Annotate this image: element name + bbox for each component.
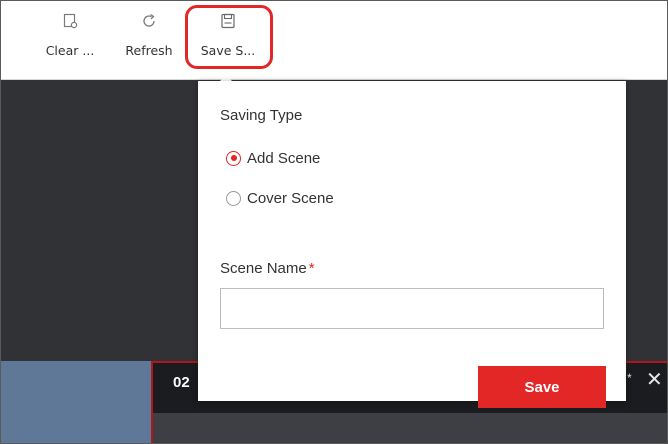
refresh-label: Refresh bbox=[125, 43, 173, 58]
video-window-id: 02 bbox=[173, 374, 190, 391]
scene-name-label: Scene Name * bbox=[220, 260, 315, 277]
video-window-star: * bbox=[627, 371, 632, 385]
radio-cover-scene[interactable]: Cover Scene bbox=[226, 188, 334, 208]
scene-name-text: Scene Name bbox=[220, 260, 307, 277]
highlight-outline bbox=[185, 5, 273, 69]
required-mark: * bbox=[308, 260, 315, 277]
clear-label: Clear ... bbox=[45, 43, 95, 58]
refresh-icon bbox=[143, 13, 155, 27]
radio-cover-scene-indicator[interactable] bbox=[226, 190, 241, 206]
scene-name-input[interactable] bbox=[220, 288, 604, 329]
video-window-body[interactable] bbox=[151, 413, 667, 443]
toolbar: Clear ... Refresh Save S... bbox=[1, 1, 667, 80]
radio-cover-scene-label: Cover Scene bbox=[247, 189, 334, 207]
save-scene-popup: Saving Type Add Scene Cover Scene Scene … bbox=[198, 81, 626, 408]
clear-icon bbox=[63, 13, 78, 29]
radio-add-scene[interactable]: Add Scene bbox=[226, 148, 320, 168]
window: Clear ... Refresh Save S... 02 * ✕ Savin… bbox=[0, 0, 668, 444]
radio-add-scene-label: Add Scene bbox=[247, 149, 321, 167]
clear-button[interactable]: Clear ... bbox=[37, 13, 103, 69]
saving-type-label: Saving Type bbox=[220, 107, 303, 124]
side-panel[interactable] bbox=[1, 361, 151, 443]
radio-add-scene-indicator[interactable] bbox=[226, 150, 241, 166]
close-icon[interactable]: ✕ bbox=[646, 367, 663, 392]
save-button[interactable]: Save bbox=[478, 366, 606, 408]
refresh-button[interactable]: Refresh bbox=[119, 13, 179, 69]
